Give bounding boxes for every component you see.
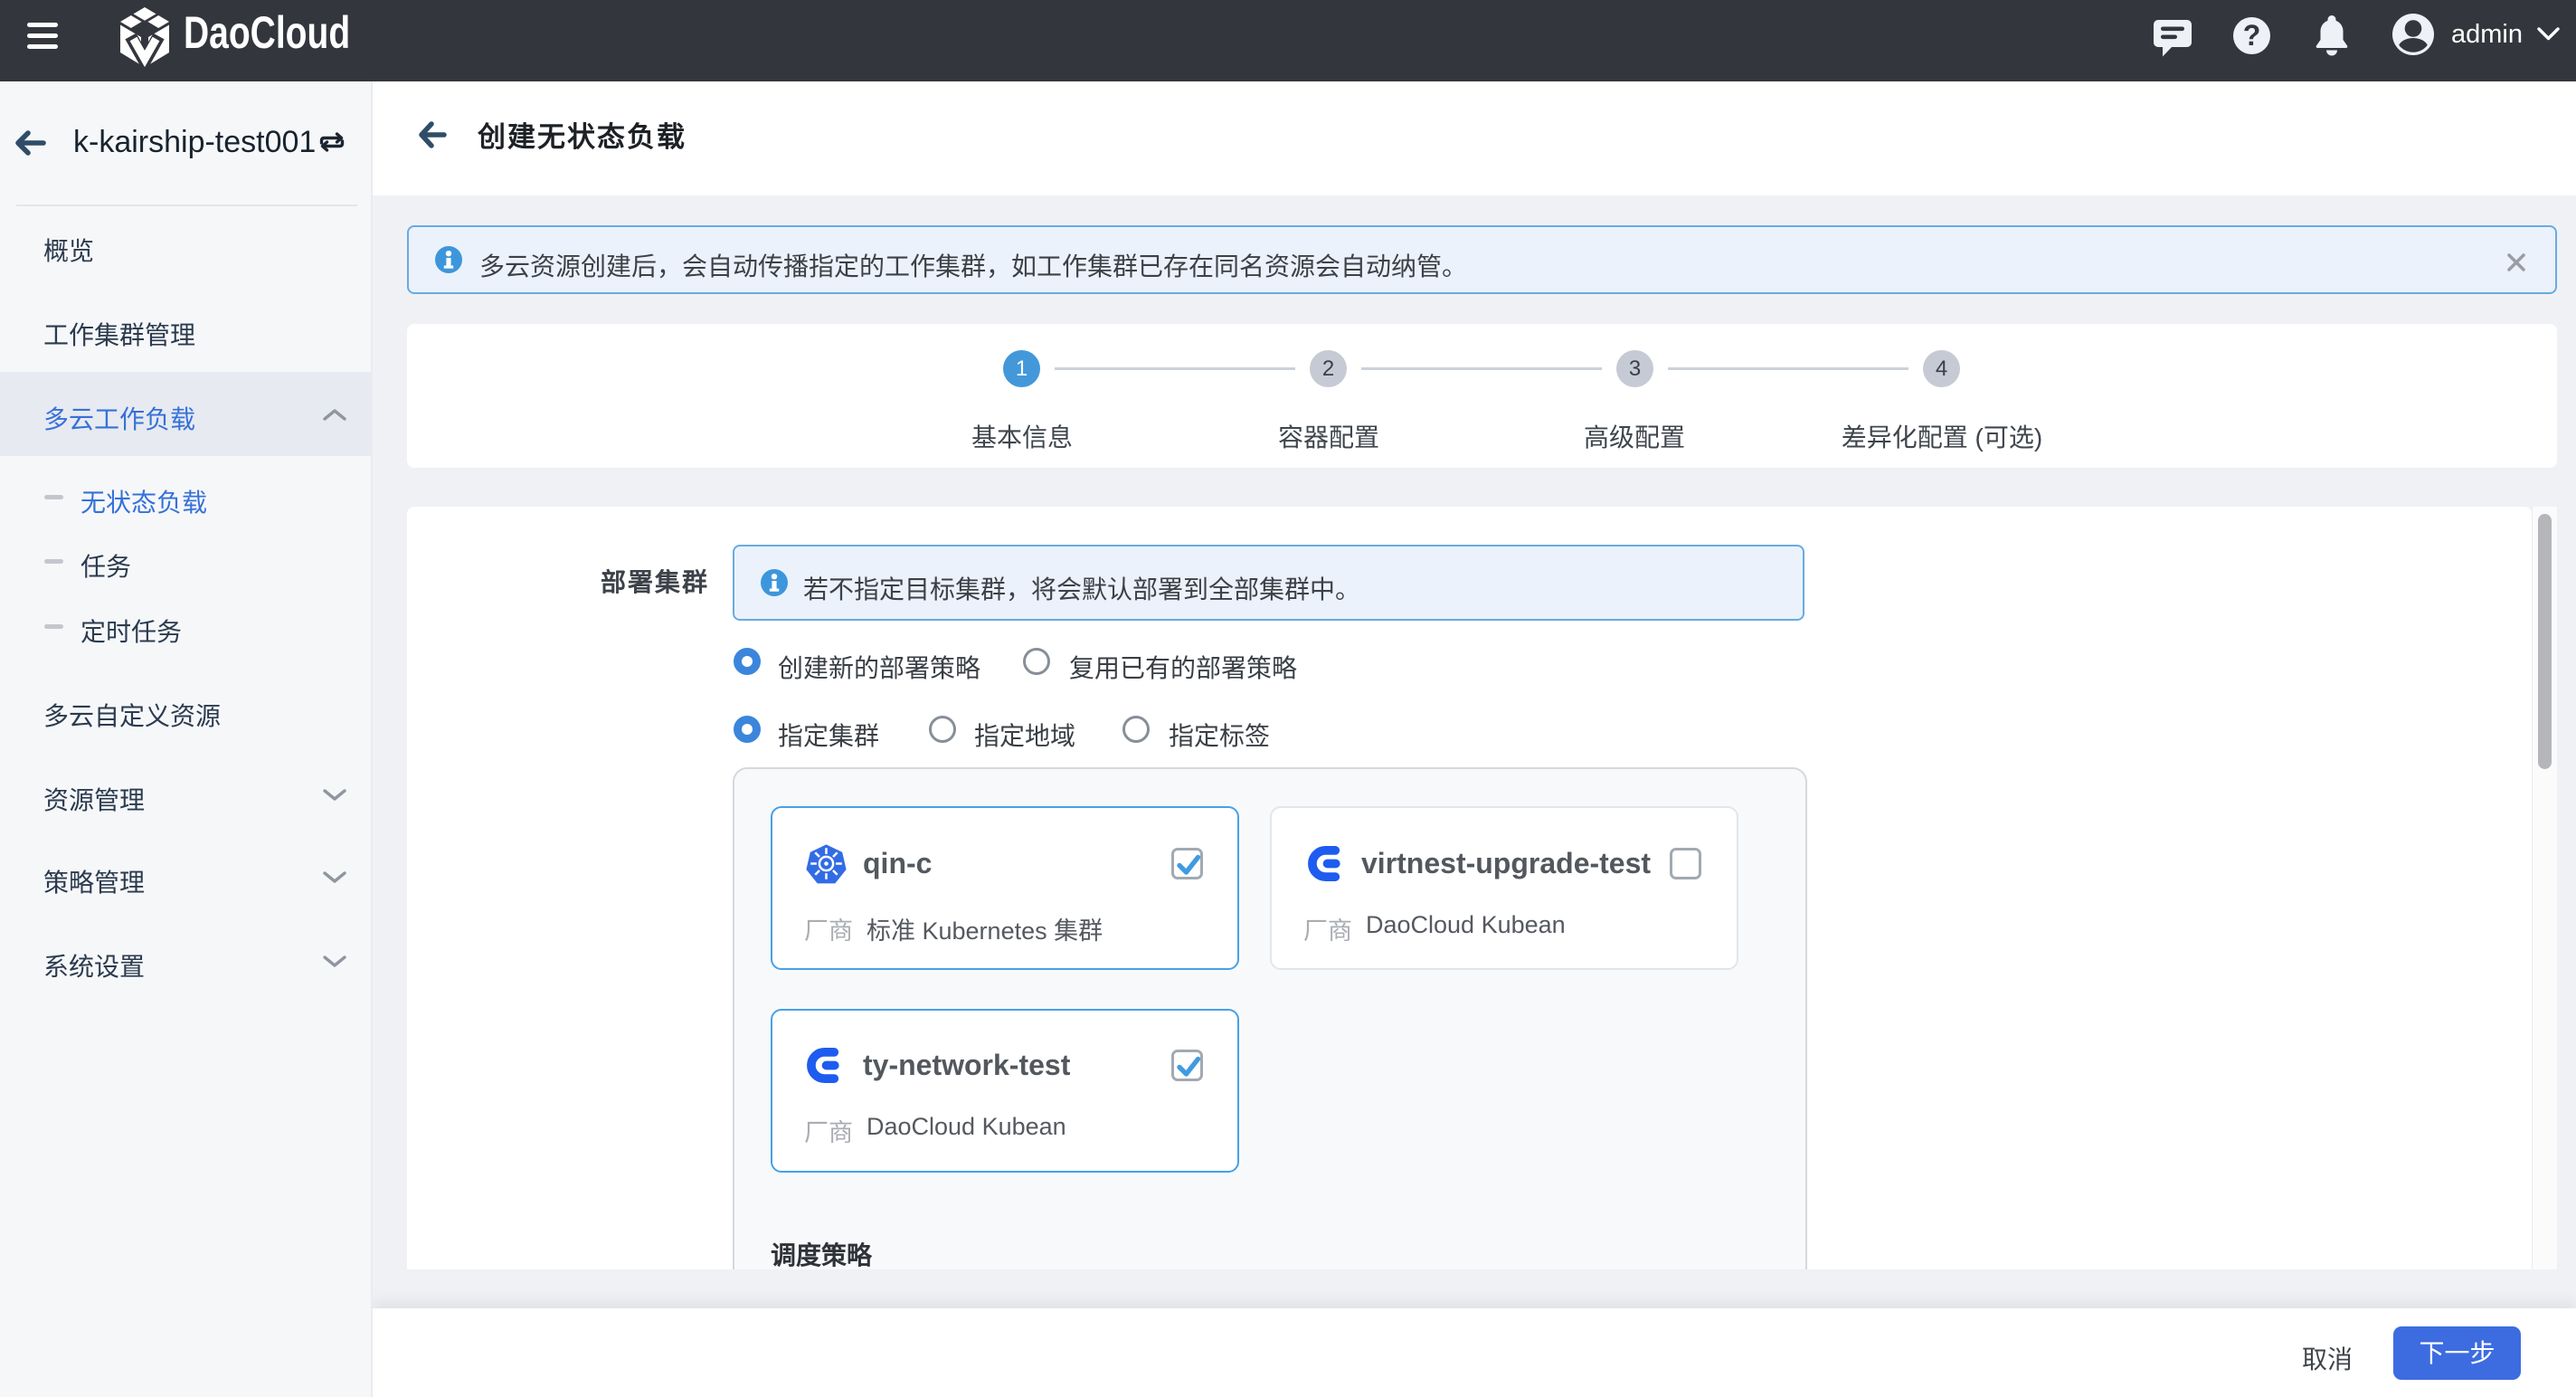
svg-text:?: ? xyxy=(2243,19,2261,52)
